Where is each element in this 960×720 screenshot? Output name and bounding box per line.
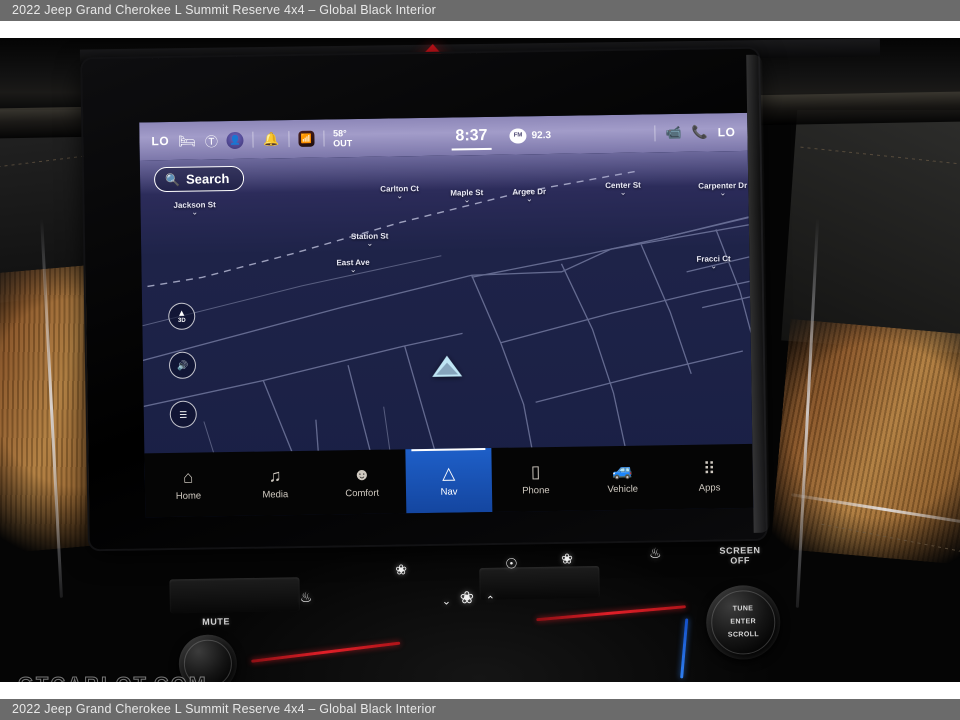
map-control-glyph: ☰ — [179, 409, 188, 420]
watermark: GTCARLOT.COM — [18, 674, 208, 683]
passenger-seat-vent-button[interactable]: ❀ — [561, 550, 573, 567]
driver-seat-vent-button[interactable]: ❀ — [395, 561, 407, 578]
knob-label-enter: ENTER — [730, 618, 757, 626]
driver-temp-value[interactable]: LO — [151, 134, 169, 148]
map-roads — [139, 169, 753, 481]
blue-accent-trim — [680, 618, 689, 679]
infotainment-bezel: LO 🛏 Ⓣ 👤 🔔 📶 58° OUT 8:37 FM 92.3 📹 📞 LO… — [82, 48, 770, 550]
nav-item-label: Media — [262, 488, 289, 501]
steering-wheel-heat-icon[interactable]: Ⓣ — [205, 131, 218, 150]
nav-item-label: Nav — [440, 485, 458, 498]
left-vent[interactable] — [169, 577, 300, 614]
wifi-app-icon[interactable]: 📶 — [298, 130, 315, 147]
radio-frequency: 92.3 — [531, 129, 552, 141]
search-label: Search — [185, 171, 230, 187]
map-control-glyph: ▲ — [177, 307, 187, 318]
home-icon: ⌂ — [182, 467, 194, 487]
tune-enter-scroll-knob[interactable]: TUNE ENTER SCROLL — [705, 584, 781, 661]
nav-item-nav[interactable]: △ Nav — [404, 447, 493, 514]
street-label: Station St — [351, 232, 389, 247]
map-search-button[interactable]: 🔍 Search — [153, 165, 245, 193]
passenger-temp-value[interactable]: LO — [718, 125, 736, 139]
music-note-icon: ♫ — [268, 465, 282, 485]
nav-item-label: Phone — [522, 484, 550, 496]
interior-photo: ▭▭ ◑ ▦ ☁ ▤ ❂ LO 🛏 Ⓣ 👤 🔔 � — [0, 38, 960, 682]
clock: 8:37 — [455, 126, 488, 145]
nav-item-label: Apps — [698, 481, 721, 494]
phone-icon: ▯ — [530, 461, 541, 481]
status-divider-2 — [288, 131, 290, 148]
vehicle-icon: 🚙 — [611, 460, 634, 480]
screen-off-label: SCREEN OFF — [705, 545, 775, 566]
street-label: Maple St — [450, 188, 483, 203]
profile-avatar-icon[interactable]: 👤 — [226, 131, 245, 149]
bottom-nav-bar: ⌂ Home ♫ Media ☻ Comfort △ Nav ▯ Phone 🚙 Vehicle ⠿ Ap… — [144, 443, 754, 518]
search-icon: 🔍 — [164, 172, 181, 187]
outside-temp-label: OUT — [333, 138, 353, 149]
screen-off-line2: OFF — [730, 555, 751, 566]
street-label: Fracci Ct — [696, 254, 730, 269]
street-label: Jackson St — [173, 200, 215, 215]
radio-status[interactable]: FM 92.3 — [509, 127, 552, 144]
caption-top: 2022 Jeep Grand Cherokee L Summit Reserv… — [0, 0, 960, 21]
display-icon[interactable]: 📹 — [665, 125, 681, 141]
map-view[interactable]: 🔍 Search Jackson St Carlton Ct Maple St Arg… — [139, 150, 753, 481]
screen-off-line1: SCREEN — [719, 545, 761, 556]
nav-item-apps[interactable]: ⠿ Apps — [665, 444, 753, 509]
apps-grid-icon: ⠿ — [702, 458, 716, 479]
center-stack-controls: MUTE ♨ ❀ ☉ ❀ ♨ ⌄ ❀ ⌃ SCREEN OFF TUNE ENT… — [149, 532, 811, 682]
knob-label-scroll: SCROLL — [727, 631, 760, 639]
vehicle-position-arrow — [431, 355, 463, 377]
nav-item-phone[interactable]: ▯ Phone — [492, 447, 580, 512]
nav-item-home[interactable]: ⌂ Home — [144, 452, 232, 517]
passenger-seat-heat-button[interactable]: ♨ — [649, 545, 662, 562]
navigation-arrow-icon: △ — [442, 463, 456, 483]
phone-handset-icon[interactable]: 📞 — [691, 125, 707, 141]
mute-label: MUTE — [202, 616, 231, 627]
street-label: Center St — [605, 181, 641, 196]
status-divider-3 — [322, 130, 325, 147]
left-red-accent-trim — [251, 641, 401, 663]
radio-band-badge: FM — [509, 127, 527, 144]
map-control-sublabel: 3D — [177, 317, 186, 324]
nav-item-vehicle[interactable]: 🚙 Vehicle — [579, 445, 667, 510]
spacer-top — [0, 21, 960, 38]
street-label: East Ave — [336, 258, 369, 273]
nav-item-label: Comfort — [345, 487, 380, 499]
seat-icon[interactable]: 🛏 — [178, 132, 196, 149]
bell-icon[interactable]: 🔔 — [263, 131, 279, 147]
outside-temperature: 58° OUT — [333, 128, 352, 148]
street-label: Argee Dr — [512, 187, 546, 202]
steering-wheel-heat-button[interactable]: ☉ — [505, 555, 518, 572]
status-divider-1 — [252, 131, 255, 148]
nav-item-media[interactable]: ♫ Media — [231, 451, 319, 516]
nav-item-label: Vehicle — [607, 483, 639, 495]
nav-item-label: Home — [175, 490, 202, 502]
fan-down-button[interactable]: ⌄ — [442, 595, 451, 608]
street-label: Carlton Ct — [380, 184, 419, 199]
right-red-accent-trim — [536, 605, 686, 622]
comfort-seat-icon: ☻ — [352, 464, 371, 484]
fan-up-button[interactable]: ⌃ — [486, 594, 495, 607]
outside-temp-value: 58° — [332, 128, 347, 139]
spacer-bottom — [0, 682, 960, 699]
fan-icon: ❀ — [459, 588, 475, 608]
status-divider-4 — [654, 125, 656, 142]
knob-label-tune: TUNE — [732, 605, 754, 613]
caption-bottom: 2022 Jeep Grand Cherokee L Summit Reserv… — [0, 699, 960, 720]
map-control-glyph: 🔊 — [176, 360, 189, 371]
nav-item-comfort[interactable]: ☻ Comfort — [318, 449, 406, 514]
driver-seat-heat-button[interactable]: ♨ — [300, 589, 313, 606]
street-label: Carpenter Dr — [698, 181, 747, 196]
infotainment-screen[interactable]: LO 🛏 Ⓣ 👤 🔔 📶 58° OUT 8:37 FM 92.3 📹 📞 LO… — [139, 112, 754, 518]
right-vent[interactable] — [479, 565, 600, 601]
